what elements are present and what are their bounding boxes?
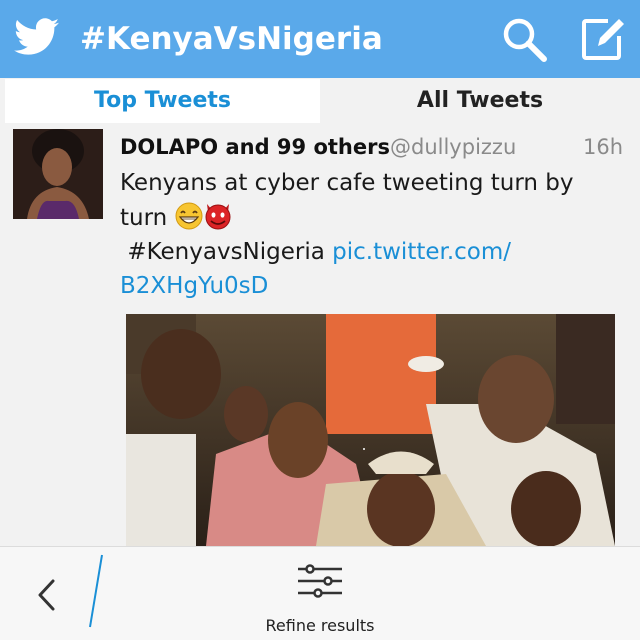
grinning-face-emoji (175, 202, 203, 230)
tweet-link[interactable]: pic.twitter.com/ (332, 239, 511, 265)
twitter-app: #KenyaVsNigeria Top Tweets All Tweets DO… (0, 0, 640, 640)
smiling-devil-emoji (205, 204, 231, 230)
tweet-item[interactable]: DOLAPO and 99 others@dullypizzu 16h Keny… (0, 126, 640, 546)
avatar-image (13, 129, 103, 219)
refine-results-button[interactable]: Refine results (250, 559, 390, 639)
tweet-text-line-3: #KenyavsNigeria pic.twitter.com/ (120, 235, 625, 269)
hashtag-text[interactable]: #KenyavsNigeria (127, 239, 325, 265)
tweet-author[interactable]: DOLAPO and 99 others (120, 135, 390, 159)
tweet-handle[interactable]: @dullypizzu (390, 135, 516, 159)
compose-button[interactable] (578, 14, 628, 64)
tweet-link-continued[interactable]: B2XHgYu0sD (120, 269, 625, 303)
avatar[interactable] (13, 129, 103, 219)
refine-results-label: Refine results (265, 616, 375, 635)
photo-image (126, 314, 615, 546)
tweet-text-word: turn (120, 205, 168, 231)
tweet-text: Kenyans at cyber cafe tweeting turn by t… (120, 166, 625, 303)
search-button[interactable] (500, 15, 550, 65)
tweet-photo[interactable] (126, 314, 615, 546)
back-button[interactable] (26, 573, 70, 617)
twitter-bird-icon (14, 18, 60, 55)
tab-top-tweets[interactable]: Top Tweets (5, 79, 320, 123)
page-title: #KenyaVsNigeria (80, 21, 383, 57)
divider-line (89, 554, 103, 628)
sliders-icon (298, 564, 342, 598)
tweet-timestamp: 16h (582, 135, 623, 159)
app-header: #KenyaVsNigeria (0, 0, 640, 78)
tweet-text-line-2: turn (120, 200, 625, 235)
bottom-action-bar: Refine results (0, 546, 640, 640)
tweet-header: DOLAPO and 99 others@dullypizzu (120, 132, 516, 162)
compose-icon (582, 19, 624, 60)
tab-bar: Top Tweets All Tweets (0, 78, 640, 126)
chevron-left-icon (38, 579, 55, 611)
tweet-text-line: Kenyans at cyber cafe tweeting turn by (120, 170, 574, 196)
search-icon (503, 18, 547, 62)
tab-all-tweets[interactable]: All Tweets (320, 79, 640, 123)
